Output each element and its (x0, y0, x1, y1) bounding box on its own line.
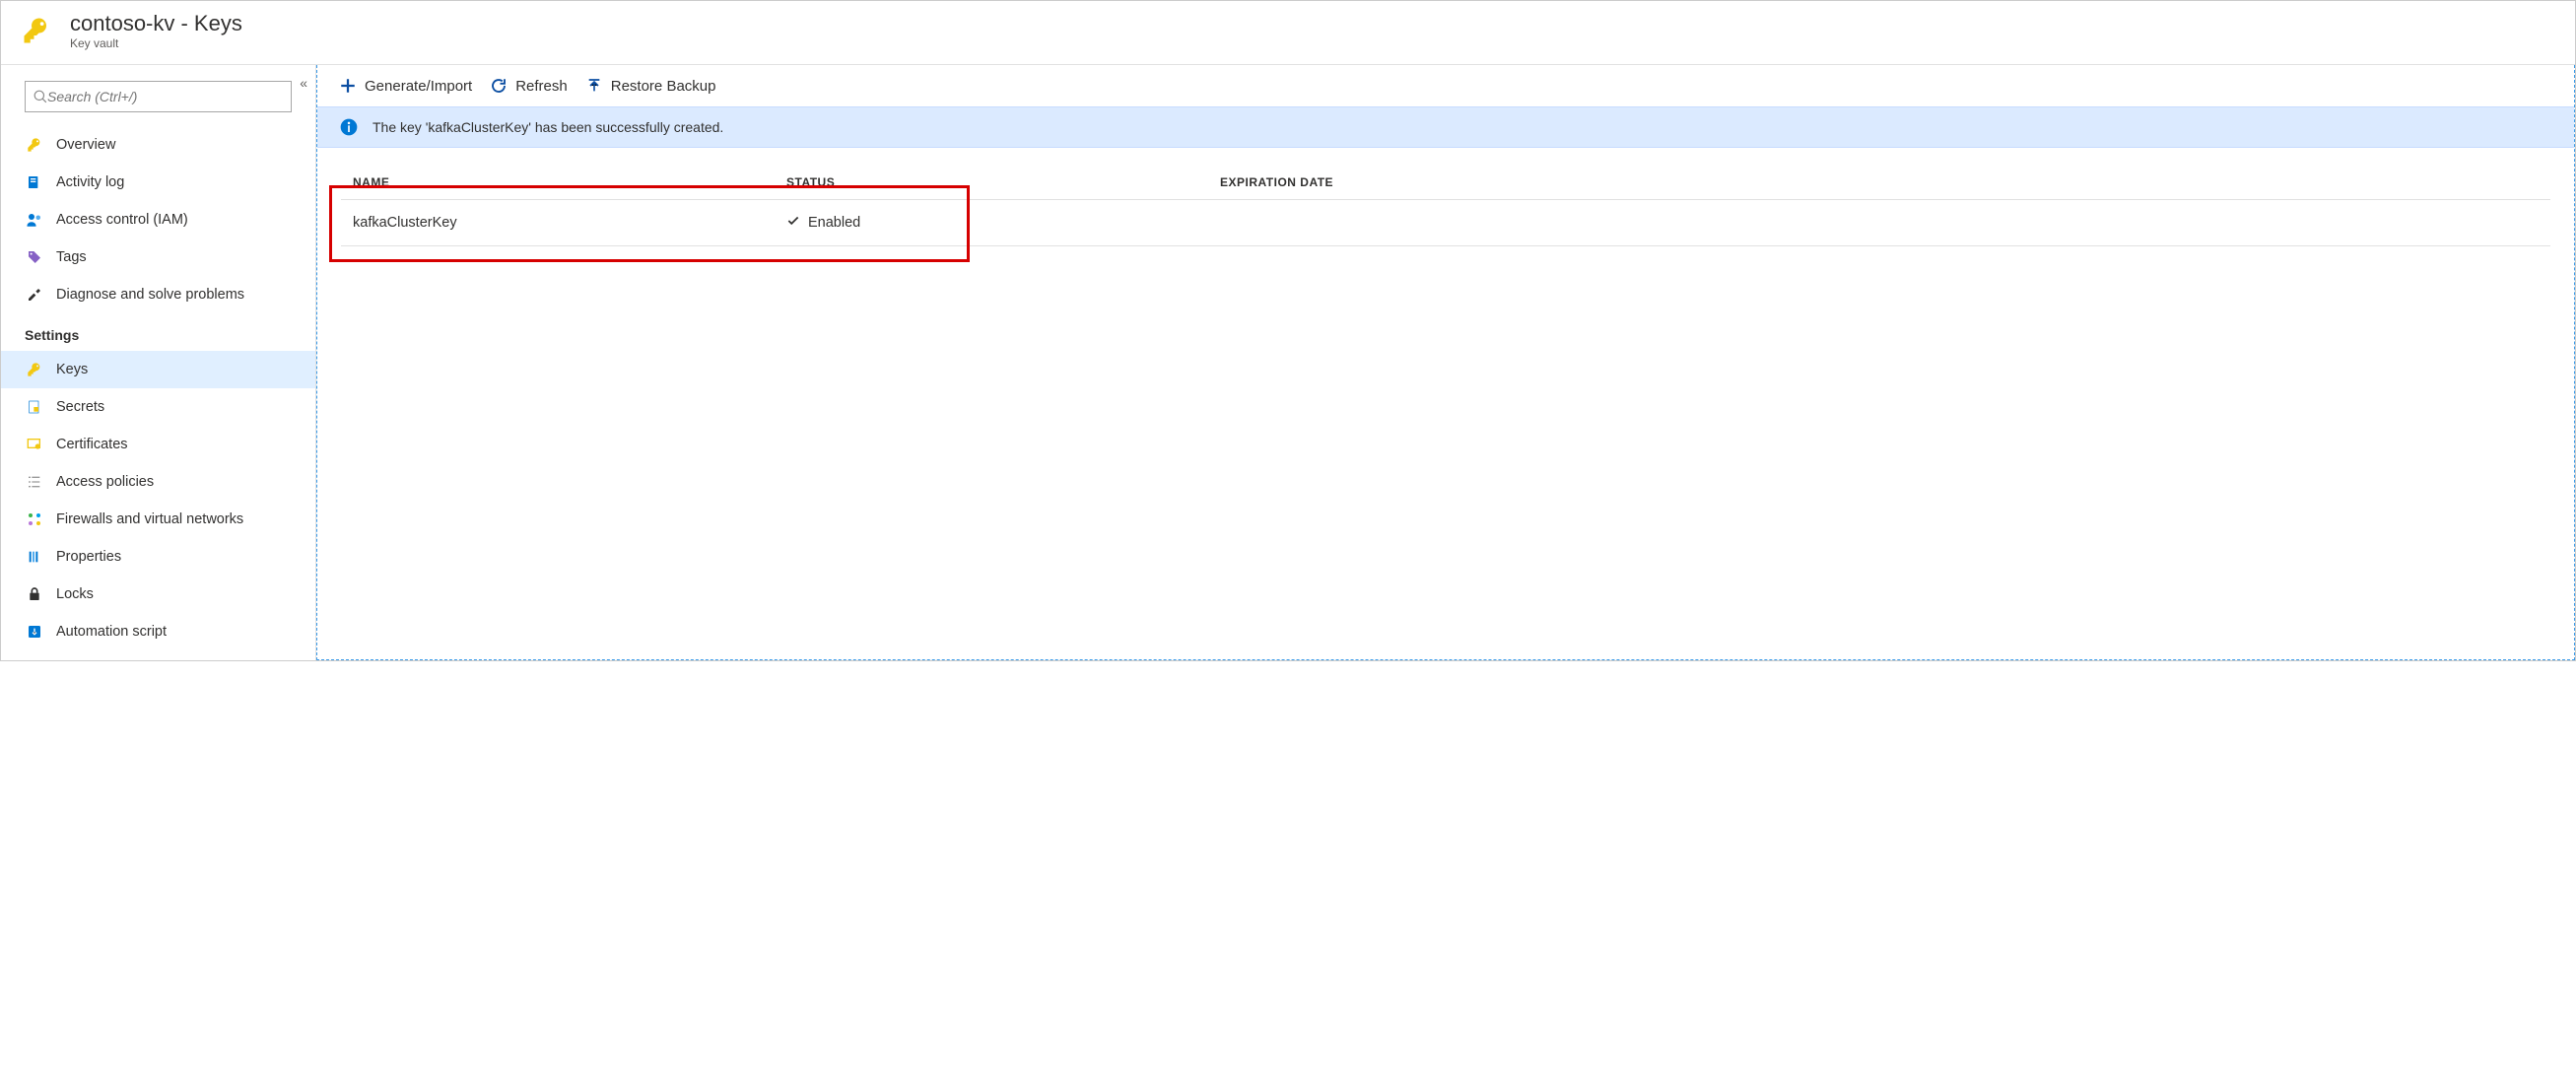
search-input[interactable] (47, 89, 283, 104)
sidebar-item-label: Secrets (56, 399, 104, 415)
sidebar-item-automation-script[interactable]: Automation script (1, 613, 315, 650)
list-icon (25, 472, 44, 492)
toolbar-label: Refresh (515, 78, 568, 95)
sidebar-item-label: Properties (56, 549, 121, 565)
sidebar-item-certificates[interactable]: Certificates (1, 426, 315, 463)
activity-log-icon (25, 172, 44, 192)
collapse-sidebar-icon[interactable]: « (300, 75, 307, 91)
sidebar-item-diagnose[interactable]: Diagnose and solve problems (1, 276, 315, 313)
sidebar-item-access-control[interactable]: Access control (IAM) (1, 201, 315, 238)
upload-icon (585, 77, 603, 95)
sidebar-item-tags[interactable]: Tags (1, 238, 315, 276)
sidebar-item-keys[interactable]: Keys (1, 351, 315, 388)
script-icon (25, 622, 44, 642)
key-icon (25, 360, 44, 379)
sidebar-item-label: Activity log (56, 174, 124, 190)
column-header-expiration[interactable]: EXPIRATION DATE (1220, 175, 2539, 189)
main-panel: Generate/Import Refresh Restore Backup T… (316, 65, 2575, 660)
info-icon (339, 117, 359, 137)
sidebar-item-label: Overview (56, 137, 115, 153)
sidebar-search[interactable] (25, 81, 292, 112)
notification-text: The key 'kafkaClusterKey' has been succe… (373, 119, 723, 135)
cell-key-status: Enabled (786, 214, 1220, 232)
refresh-button[interactable]: Refresh (490, 77, 568, 95)
toolbar-label: Generate/Import (365, 78, 472, 95)
sidebar-nav: Overview Activity log Access control (IA… (1, 118, 315, 650)
properties-icon (25, 547, 44, 567)
page-title: contoso-kv - Keys (70, 11, 242, 36)
keys-table: NAME STATUS EXPIRATION DATE kafkaCluster… (317, 148, 2574, 260)
sidebar-item-access-policies[interactable]: Access policies (1, 463, 315, 501)
sidebar-item-label: Access control (IAM) (56, 212, 188, 228)
restore-backup-button[interactable]: Restore Backup (585, 77, 716, 95)
sidebar-item-label: Keys (56, 362, 88, 377)
search-icon (34, 90, 47, 103)
sidebar-item-locks[interactable]: Locks (1, 576, 315, 613)
tag-icon (25, 247, 44, 267)
plus-icon (339, 77, 357, 95)
page-subtitle: Key vault (70, 36, 242, 50)
column-header-status[interactable]: STATUS (786, 175, 1220, 189)
sidebar-group-settings: Settings (1, 313, 315, 351)
check-icon (786, 214, 800, 232)
page-header: contoso-kv - Keys Key vault (1, 1, 2575, 65)
sidebar-item-label: Diagnose and solve problems (56, 287, 244, 303)
keyvault-key-icon (19, 13, 54, 48)
key-icon (25, 135, 44, 155)
sidebar-item-label: Firewalls and virtual networks (56, 511, 243, 527)
status-text: Enabled (808, 215, 860, 231)
wrench-icon (25, 285, 44, 305)
lock-icon (25, 584, 44, 604)
success-notification: The key 'kafkaClusterKey' has been succe… (317, 106, 2574, 148)
certificate-icon (25, 435, 44, 454)
command-bar: Generate/Import Refresh Restore Backup (317, 65, 2574, 106)
secret-icon (25, 397, 44, 417)
table-row[interactable]: kafkaClusterKey Enabled (341, 200, 2550, 246)
refresh-icon (490, 77, 508, 95)
sidebar-item-overview[interactable]: Overview (1, 126, 315, 164)
generate-import-button[interactable]: Generate/Import (339, 77, 472, 95)
sidebar: « Overview Activity log Access control (… (1, 65, 316, 660)
toolbar-label: Restore Backup (611, 78, 716, 95)
sidebar-item-activity-log[interactable]: Activity log (1, 164, 315, 201)
sidebar-item-label: Automation script (56, 624, 167, 640)
people-icon (25, 210, 44, 230)
sidebar-item-firewalls[interactable]: Firewalls and virtual networks (1, 501, 315, 538)
table-header: NAME STATUS EXPIRATION DATE (341, 162, 2550, 200)
sidebar-item-label: Access policies (56, 474, 154, 490)
cell-key-name: kafkaClusterKey (353, 215, 786, 231)
column-header-name[interactable]: NAME (353, 175, 786, 189)
sidebar-item-label: Certificates (56, 437, 128, 452)
sidebar-item-properties[interactable]: Properties (1, 538, 315, 576)
sidebar-item-label: Tags (56, 249, 87, 265)
sidebar-item-secrets[interactable]: Secrets (1, 388, 315, 426)
sidebar-item-label: Locks (56, 586, 94, 602)
network-icon (25, 510, 44, 529)
